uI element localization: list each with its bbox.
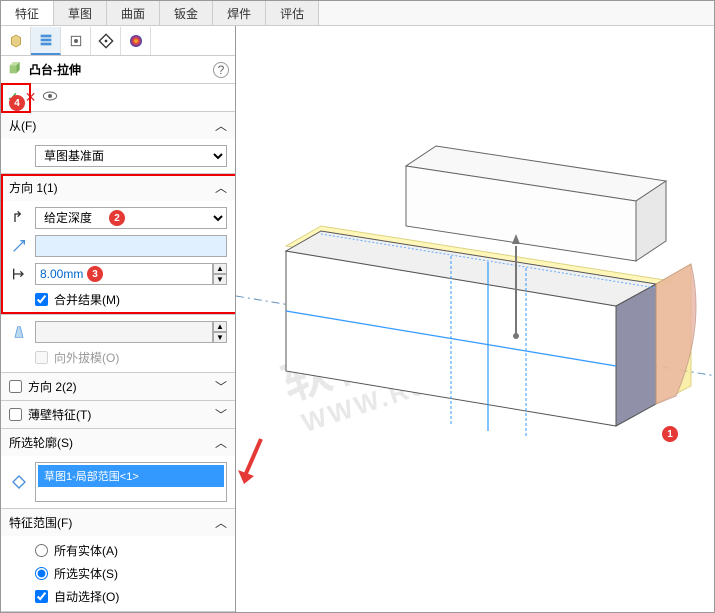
merge-result-label: 合并结果(M) xyxy=(54,291,120,308)
merge-result-checkbox[interactable] xyxy=(35,293,48,306)
help-button[interactable]: ? xyxy=(213,62,229,78)
tab-evaluate[interactable]: 评估 xyxy=(266,1,319,25)
section-direction1: 方向 1(1) ︿ 给定深度 2 xyxy=(1,174,235,315)
chevron-down-icon: ﹀ xyxy=(215,378,227,395)
annotation-4: 4 xyxy=(9,95,25,111)
panel-tab-feature-tree[interactable] xyxy=(1,27,31,55)
section-draft: ▲ ▼ 向外拔模(O) xyxy=(1,315,235,373)
section-scope-header[interactable]: 特征范围(F) ︿ xyxy=(1,509,235,536)
section-scope-label: 特征范围(F) xyxy=(9,514,72,531)
draft-icon[interactable] xyxy=(9,324,29,340)
chevron-down-icon: ﹀ xyxy=(215,406,227,423)
panel-tab-property-manager[interactable] xyxy=(31,27,61,55)
section-thin: 薄壁特征(T) ﹀ xyxy=(1,401,235,429)
draft-outward-checkbox[interactable] xyxy=(35,351,48,364)
scope-all-radio[interactable] xyxy=(35,544,48,557)
draft-down-button[interactable]: ▼ xyxy=(213,332,227,343)
chevron-up-icon: ︿ xyxy=(215,179,227,196)
from-select[interactable]: 草图基准面 xyxy=(35,145,227,167)
section-direction2: 方向 2(2) ﹀ xyxy=(1,373,235,401)
tab-feature[interactable]: 特征 xyxy=(1,1,54,25)
scope-all-label: 所有实体(A) xyxy=(54,542,118,559)
viewport-3d[interactable]: 软件自学网 WWW.RJZXW.COM xyxy=(236,26,714,612)
panel-tabs xyxy=(1,26,235,56)
depth-icon xyxy=(9,266,29,282)
annotation-1: 1 xyxy=(662,426,678,442)
chevron-up-icon: ︿ xyxy=(215,117,227,134)
depth-down-button[interactable]: ▼ xyxy=(213,274,227,285)
chevron-up-icon: ︿ xyxy=(215,514,227,531)
section-direction1-header[interactable]: 方向 1(1) ︿ xyxy=(1,174,235,201)
scope-selected-label: 所选实体(S) xyxy=(54,565,118,582)
draft-up-button[interactable]: ▲ xyxy=(213,321,227,332)
section-from: 从(F) ︿ 草图基准面 xyxy=(1,112,235,174)
section-direction2-header[interactable]: 方向 2(2) ﹀ xyxy=(1,373,235,400)
section-thin-header[interactable]: 薄壁特征(T) ﹀ xyxy=(1,401,235,428)
chevron-up-icon: ︿ xyxy=(215,434,227,451)
feature-title-row: 凸台-拉伸 ? xyxy=(1,56,235,84)
depth-up-button[interactable]: ▲ xyxy=(213,263,227,274)
draft-outward-label: 向外拔模(O) xyxy=(54,349,119,366)
accept-button-wrapper: 4 ✓ xyxy=(7,89,19,106)
section-direction1-label: 方向 1(1) xyxy=(9,179,58,196)
scope-auto-checkbox[interactable] xyxy=(35,590,48,603)
thin-checkbox[interactable] xyxy=(9,408,22,421)
contour-icon xyxy=(9,474,29,490)
preview-icon[interactable] xyxy=(42,88,58,107)
section-scope: 特征范围(F) ︿ 所有实体(A) 所选实体(S) 自动选择(O) xyxy=(1,509,235,612)
panel-tab-dimxpert[interactable] xyxy=(91,27,121,55)
direction-vector-field[interactable] xyxy=(35,235,227,257)
model-drawing xyxy=(236,26,715,586)
tab-weldment[interactable]: 焊件 xyxy=(213,1,266,25)
tab-sheet-metal[interactable]: 钣金 xyxy=(160,1,213,25)
selected-contour-item[interactable]: 草图1-局部范围<1> xyxy=(38,465,224,487)
direction-arrow-icon[interactable] xyxy=(9,238,29,254)
panel-tab-config[interactable] xyxy=(61,27,91,55)
scope-auto-label: 自动选择(O) xyxy=(54,588,119,605)
tab-surface[interactable]: 曲面 xyxy=(107,1,160,25)
extrude-icon xyxy=(7,60,23,79)
section-from-label: 从(F) xyxy=(9,117,36,134)
feature-name: 凸台-拉伸 xyxy=(29,61,81,78)
confirm-row: 4 ✓ ✕ xyxy=(1,84,235,112)
annotation-3: 3 xyxy=(87,266,103,282)
section-direction2-label: 方向 2(2) xyxy=(28,378,77,395)
annotation-arrow-icon xyxy=(236,434,276,494)
end-condition-select[interactable]: 给定深度 xyxy=(35,207,227,229)
section-from-header[interactable]: 从(F) ︿ xyxy=(1,112,235,139)
scope-selected-radio[interactable] xyxy=(35,567,48,580)
section-contours-header[interactable]: 所选轮廓(S) ︿ xyxy=(1,429,235,456)
panel-tab-appearance[interactable] xyxy=(121,27,151,55)
section-contours: 所选轮廓(S) ︿ 草图1-局部范围<1> xyxy=(1,429,235,509)
annotation-2: 2 xyxy=(109,210,125,226)
reverse-direction-icon[interactable] xyxy=(9,210,29,226)
draft-angle-input[interactable] xyxy=(35,321,213,343)
section-thin-label: 薄壁特征(T) xyxy=(28,406,91,423)
depth-input[interactable] xyxy=(35,263,213,285)
direction2-checkbox[interactable] xyxy=(9,380,22,393)
property-panel: 凸台-拉伸 ? 4 ✓ ✕ 从(F) ︿ 草图 xyxy=(1,26,236,612)
tab-sketch[interactable]: 草图 xyxy=(54,1,107,25)
section-contours-label: 所选轮廓(S) xyxy=(9,434,73,451)
